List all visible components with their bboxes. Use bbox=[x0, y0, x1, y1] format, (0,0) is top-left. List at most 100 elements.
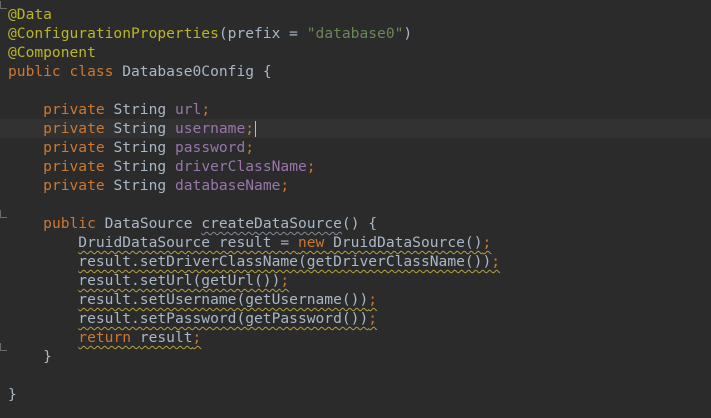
code-line[interactable] bbox=[0, 366, 711, 385]
code-token: result.setPassword(getPassword()) bbox=[78, 310, 369, 327]
code-token: String bbox=[113, 158, 175, 175]
code-line[interactable]: } bbox=[0, 385, 711, 404]
code-token: } bbox=[43, 348, 52, 365]
code-token: ) bbox=[403, 25, 413, 42]
code-line-text: private String username; bbox=[8, 119, 257, 138]
code-token: (prefix = bbox=[218, 25, 307, 42]
code-line-text: DruidDataSource result = new DruidDataSo… bbox=[8, 233, 491, 252]
code-token: ; bbox=[192, 329, 202, 346]
code-token: ; bbox=[368, 291, 378, 308]
code-token: DruidDataSource() bbox=[333, 234, 483, 251]
code-token: String bbox=[113, 120, 175, 137]
code-line[interactable]: private String username; bbox=[0, 119, 711, 138]
fold-marker-icon[interactable] bbox=[0, 210, 7, 218]
code-token: databaseName bbox=[174, 177, 281, 194]
code-token: ; bbox=[280, 272, 290, 289]
code-line-text: result.setDriverClassName(getDriverClass… bbox=[8, 252, 500, 271]
code-token: ; bbox=[245, 120, 255, 137]
code-token: return bbox=[78, 329, 140, 346]
code-token: private bbox=[43, 139, 114, 156]
code-token: DruidDataSource result = bbox=[78, 234, 298, 251]
code-line[interactable]: return result; bbox=[0, 328, 711, 347]
code-line[interactable]: public class Database0Config { bbox=[0, 62, 711, 81]
code-line[interactable]: } bbox=[0, 347, 711, 366]
code-token: DataSource bbox=[104, 215, 202, 232]
code-line[interactable] bbox=[0, 195, 711, 214]
code-line[interactable]: private String password; bbox=[0, 138, 711, 157]
code-line[interactable]: DruidDataSource result = new DruidDataSo… bbox=[0, 233, 711, 252]
code-line[interactable]: result.setUrl(getUrl()); bbox=[0, 271, 711, 290]
code-line-text: private String url; bbox=[8, 100, 210, 119]
code-token: private bbox=[43, 158, 114, 175]
code-line[interactable]: private String driverClassName; bbox=[0, 157, 711, 176]
code-line[interactable]: result.setUsername(getUsername()); bbox=[0, 290, 711, 309]
code-token: password bbox=[174, 139, 246, 156]
text-caret bbox=[255, 121, 257, 137]
code-token: String bbox=[113, 101, 175, 118]
code-line-text: @Component bbox=[8, 43, 96, 62]
code-token: result.setDriverClassName(getDriverClass… bbox=[78, 253, 492, 270]
code-token: ; bbox=[245, 139, 255, 156]
code-token: ; bbox=[306, 158, 316, 175]
code-line-text: @Data bbox=[8, 5, 52, 24]
code-token: createDataSource bbox=[201, 215, 342, 232]
code-token: "database0" bbox=[306, 25, 404, 42]
code-line[interactable]: private String databaseName; bbox=[0, 176, 711, 195]
code-token: result bbox=[139, 329, 193, 346]
code-token: username bbox=[174, 120, 246, 137]
fold-marker-icon[interactable] bbox=[0, 1, 7, 9]
code-line[interactable]: @ConfigurationProperties(prefix = "datab… bbox=[0, 24, 711, 43]
code-token: private bbox=[43, 101, 114, 118]
code-token: @Component bbox=[8, 44, 96, 61]
code-editor[interactable]: @Data @ConfigurationProperties(prefix = "… bbox=[0, 0, 711, 418]
code-token: public class bbox=[8, 63, 123, 80]
code-line[interactable]: private String url; bbox=[0, 100, 711, 119]
code-token: url bbox=[174, 101, 202, 118]
code-line[interactable]: @Component bbox=[0, 43, 711, 62]
code-token: driverClassName bbox=[174, 158, 307, 175]
code-line[interactable]: public DataSource createDataSource() { bbox=[0, 214, 711, 233]
code-line-text: private String password; bbox=[8, 138, 254, 157]
code-token: Database0Config { bbox=[122, 63, 272, 80]
code-token: @Data bbox=[8, 6, 52, 23]
code-token: result.setUrl(getUrl()) bbox=[78, 272, 281, 289]
code-token: } bbox=[8, 386, 17, 403]
code-token: String bbox=[113, 139, 175, 156]
code-line-text: result.setUrl(getUrl()); bbox=[8, 271, 289, 290]
code-token: result.setUsername(getUsername()) bbox=[78, 291, 369, 308]
code-token: ; bbox=[280, 177, 290, 194]
code-token: @ConfigurationProperties bbox=[8, 25, 219, 42]
code-token: private bbox=[43, 120, 114, 137]
code-line-text: } bbox=[8, 385, 17, 404]
code-token: () { bbox=[341, 215, 378, 232]
code-line-text: private String databaseName; bbox=[8, 176, 289, 195]
code-line[interactable]: result.setDriverClassName(getDriverClass… bbox=[0, 252, 711, 271]
code-token: ; bbox=[368, 310, 378, 327]
code-token: private bbox=[43, 177, 114, 194]
code-line[interactable]: @Data bbox=[0, 5, 711, 24]
fold-marker-icon[interactable] bbox=[0, 343, 7, 351]
code-line[interactable] bbox=[0, 81, 711, 100]
code-line-text: public DataSource createDataSource() { bbox=[8, 214, 377, 233]
code-line-text: result.setUsername(getUsername()); bbox=[8, 290, 377, 309]
code-token: ; bbox=[201, 101, 211, 118]
code-line[interactable]: result.setPassword(getPassword()); bbox=[0, 309, 711, 328]
code-line-text: return result; bbox=[8, 328, 201, 347]
code-token: ; bbox=[482, 234, 492, 251]
code-line-text: @ConfigurationProperties(prefix = "datab… bbox=[8, 24, 412, 43]
code-line-text: } bbox=[8, 347, 52, 366]
code-line-text: result.setPassword(getPassword()); bbox=[8, 309, 377, 328]
